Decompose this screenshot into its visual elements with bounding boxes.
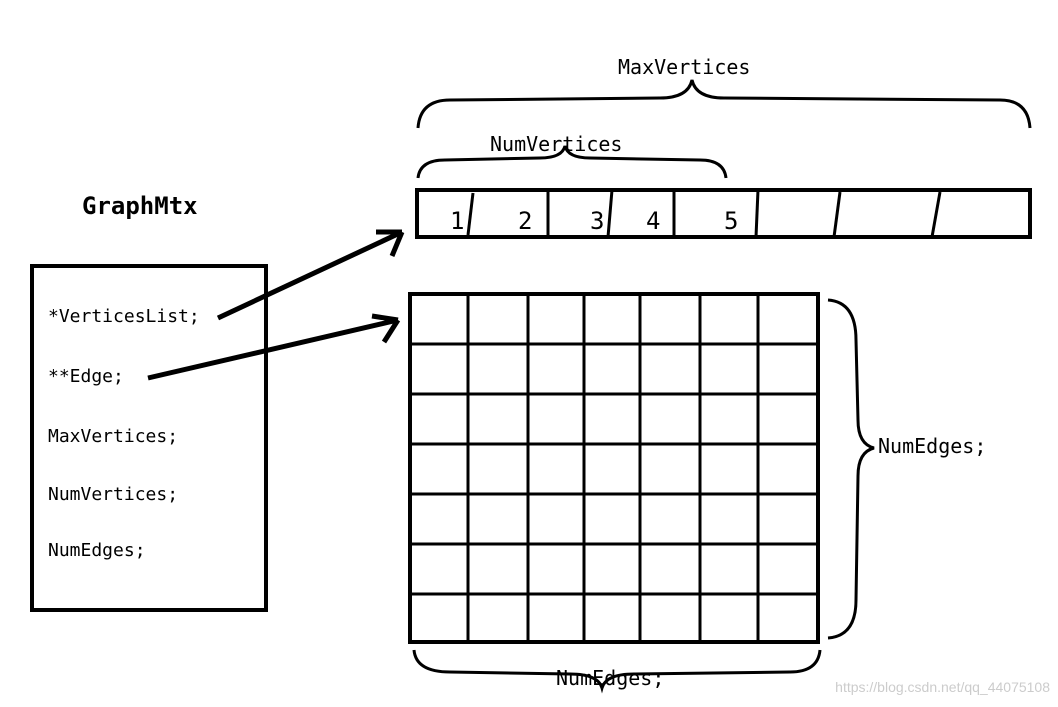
diagram-svg xyxy=(0,0,1058,707)
